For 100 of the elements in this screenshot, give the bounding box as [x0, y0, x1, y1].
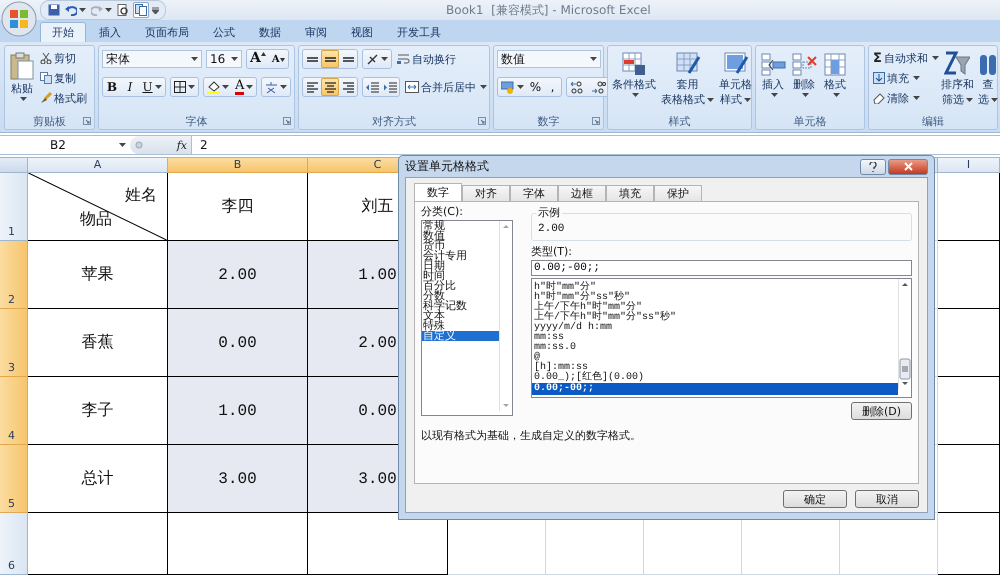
- type-input[interactable]: 0.00;-00;;: [531, 260, 912, 276]
- format-item[interactable]: yyyy/m/d h:mm: [532, 323, 898, 333]
- delete-button[interactable]: 删除(D): [850, 402, 912, 420]
- ribbon-tab[interactable]: 开始: [40, 22, 86, 42]
- phonetic-guide-button[interactable]: [261, 77, 292, 97]
- dialog-tab[interactable]: 对齐: [462, 185, 510, 201]
- ribbon-tab[interactable]: 审阅: [294, 22, 338, 42]
- row-header[interactable]: 5: [0, 445, 28, 513]
- ribbon-large-button[interactable]: 格式: [821, 49, 849, 99]
- clear-button[interactable]: 清除: [872, 89, 940, 107]
- group-label: 对齐方式: [372, 114, 416, 128]
- underline-button[interactable]: U: [139, 78, 165, 96]
- table-cell[interactable]: 0.00: [168, 309, 308, 377]
- autosum-button[interactable]: Σ 自动求和: [872, 49, 940, 67]
- row-header[interactable]: 2: [0, 241, 28, 309]
- dialog-launcher-icon: [592, 117, 600, 125]
- font-name-dropdown[interactable]: 宋体: [102, 50, 202, 68]
- percent-button[interactable]: %: [527, 78, 544, 96]
- paste-button[interactable]: 粘贴: [8, 49, 36, 103]
- caret-icon: [246, 85, 254, 89]
- outdent-icon: [366, 80, 378, 94]
- format-item[interactable]: 0.00_);[红色](0.00): [532, 373, 898, 383]
- grow-font-button[interactable]: A: [247, 50, 269, 68]
- dialog-tab[interactable]: 字体: [510, 185, 558, 201]
- empty-cell[interactable]: [938, 241, 1000, 309]
- horizontal-align-button[interactable]: [321, 78, 339, 96]
- orientation-button[interactable]: [362, 49, 392, 69]
- font-color-button[interactable]: A: [232, 78, 256, 96]
- cell-brush-icon: [722, 51, 748, 77]
- format-painter-button[interactable]: 格式刷: [39, 89, 88, 107]
- ribbon-large-button[interactable]: 条件格式: [611, 49, 657, 99]
- empty-cell[interactable]: [168, 513, 308, 575]
- column-header[interactable]: B: [168, 158, 308, 173]
- close-button[interactable]: [888, 158, 928, 174]
- format-item[interactable]: 0.00;-00;;: [532, 383, 898, 395]
- table-cell[interactable]: 2.00: [168, 241, 308, 309]
- cut-button[interactable]: 剪切: [39, 49, 88, 67]
- empty-cell[interactable]: [938, 445, 1000, 513]
- row-header[interactable]: 1: [0, 173, 28, 241]
- print-preview-button[interactable]: [116, 3, 130, 17]
- wrap-text-button[interactable]: 自动换行: [396, 50, 457, 68]
- format-item[interactable]: 上午/下午h"时"mm"分"ss"秒": [532, 313, 898, 323]
- column-header[interactable]: I: [938, 158, 1000, 173]
- caret-icon: [105, 8, 112, 12]
- format-item[interactable]: mm:ss.0: [532, 343, 898, 353]
- name-box[interactable]: B2: [0, 136, 130, 154]
- dialog-tab[interactable]: 数字: [414, 183, 462, 201]
- ok-button[interactable]: 确定: [783, 490, 847, 508]
- empty-cell[interactable]: [938, 377, 1000, 445]
- caret-icon: [280, 85, 288, 89]
- ribbon-large-button[interactable]: 插入: [759, 49, 787, 99]
- ribbon-tab[interactable]: 视图: [340, 22, 384, 42]
- format-item[interactable]: @: [532, 353, 898, 363]
- ribbon-tab[interactable]: 数据: [248, 22, 292, 42]
- copy-pages-button[interactable]: [133, 2, 149, 18]
- column-header[interactable]: A: [28, 158, 168, 173]
- insert-cells-icon: [760, 51, 786, 77]
- font-size-dropdown[interactable]: 16: [206, 50, 242, 68]
- cancel-button[interactable]: 取消: [855, 490, 919, 508]
- number-format-dropdown[interactable]: 数值: [497, 50, 601, 68]
- borders-button[interactable]: [170, 77, 199, 97]
- comma-style-button[interactable]: ,: [544, 78, 561, 96]
- vertical-align-button[interactable]: [321, 50, 339, 68]
- formula-input[interactable]: 2: [192, 136, 1000, 154]
- down-triangle-icon: [280, 58, 285, 62]
- italic-button[interactable]: I: [121, 78, 139, 96]
- ribbon-large-button[interactable]: 排序和 筛选: [940, 49, 974, 109]
- ribbon-large-button[interactable]: 查 选: [974, 49, 1000, 109]
- row-header[interactable]: 3: [0, 309, 28, 377]
- bold-button[interactable]: B: [103, 78, 121, 96]
- paint-bucket-icon: [207, 80, 220, 94]
- dialog-launcher-icon: [83, 117, 91, 125]
- fill-button[interactable]: 填充: [872, 69, 940, 87]
- merge-center-button[interactable]: 合并后居中: [404, 78, 488, 96]
- ribbon-tab[interactable]: 页面布局: [134, 22, 200, 42]
- save-button[interactable]: [47, 3, 61, 17]
- empty-cell[interactable]: [938, 309, 1000, 377]
- decrease-decimal-icon: [591, 80, 606, 94]
- ribbon-tab[interactable]: 插入: [88, 22, 132, 42]
- ribbon-tab[interactable]: 公式: [202, 22, 246, 42]
- table-cell[interactable]: 3.00: [168, 445, 308, 513]
- dialog-tab[interactable]: 保护: [654, 185, 702, 201]
- table-cell[interactable]: 1.00: [168, 377, 308, 445]
- ribbon-large-button[interactable]: 单元格 样式: [718, 49, 753, 109]
- row-header[interactable]: 6: [0, 513, 28, 575]
- copy-button[interactable]: 复制: [39, 69, 88, 87]
- insert-function-button[interactable]: fx: [176, 138, 191, 152]
- undo-button[interactable]: [64, 3, 87, 17]
- ribbon-large-button[interactable]: 删除: [790, 49, 818, 99]
- ribbon-large-button[interactable]: 套用 表格格式: [660, 49, 715, 109]
- dialog-tab[interactable]: 边框: [558, 185, 606, 201]
- redo-button[interactable]: [90, 3, 113, 17]
- format-item[interactable]: mm:ss: [532, 333, 898, 343]
- caret-icon: [990, 98, 998, 102]
- shrink-font-button[interactable]: A: [268, 50, 288, 68]
- row-header[interactable]: 4: [0, 377, 28, 445]
- help-button[interactable]: [860, 158, 886, 174]
- dialog-tab[interactable]: 填充: [606, 185, 654, 201]
- ribbon-tab[interactable]: 开发工具: [386, 22, 452, 42]
- top-align-icon: [306, 56, 318, 62]
